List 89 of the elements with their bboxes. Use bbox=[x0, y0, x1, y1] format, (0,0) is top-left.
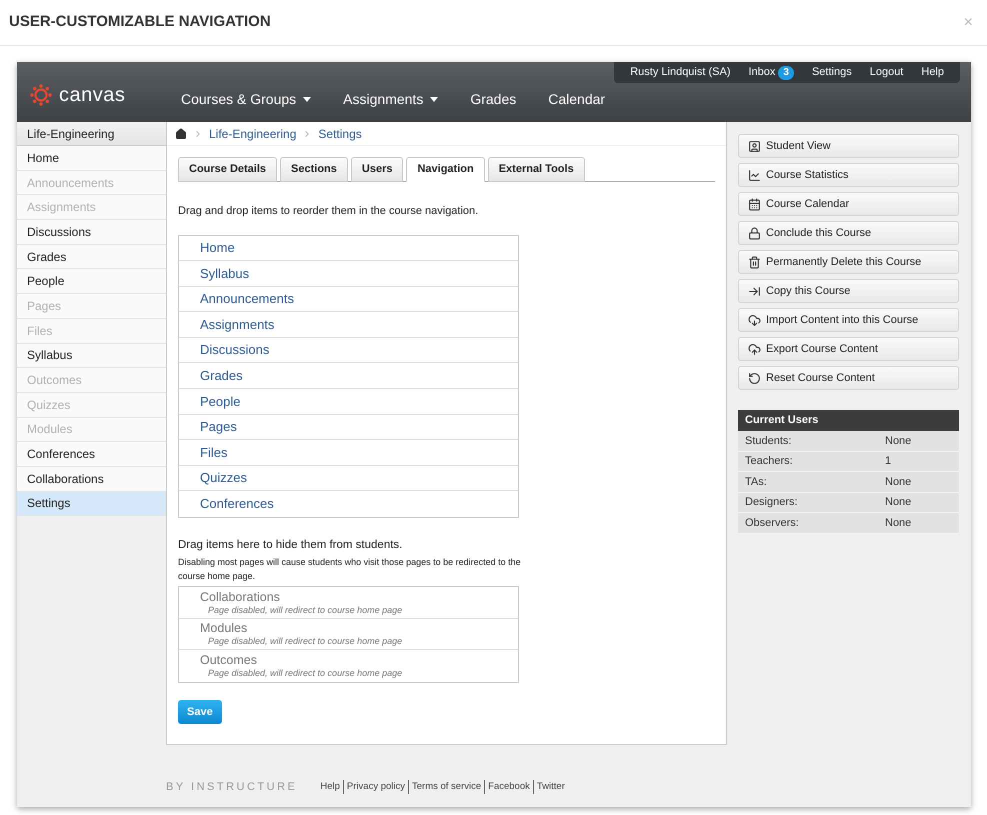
main-nav-link[interactable]: Courses & Groups bbox=[181, 89, 312, 110]
main-nav-link[interactable]: Grades bbox=[470, 89, 516, 110]
user-role-count: None bbox=[885, 516, 912, 530]
settings-tab[interactable]: Sections bbox=[280, 157, 348, 182]
user-menu-link[interactable]: Settings bbox=[812, 64, 852, 81]
logo-icon bbox=[30, 84, 52, 106]
caret-icon bbox=[303, 97, 312, 102]
user-role-count: None bbox=[885, 495, 912, 510]
navigation-item[interactable]: Announcements bbox=[179, 286, 518, 312]
footer-brand: BY INSTRUCTURE bbox=[166, 780, 298, 795]
logo-wordmark: canvas bbox=[59, 83, 126, 108]
hidden-item-label: Modules bbox=[200, 621, 248, 636]
navigation-item[interactable]: Grades bbox=[179, 363, 518, 390]
sidebar-item[interactable]: Home bbox=[17, 146, 166, 171]
user-role-label: Observers: bbox=[745, 516, 800, 530]
hidden-item-note: Page disabled, will redirect to course home page bbox=[207, 635, 404, 648]
navigation-item[interactable]: Assignments bbox=[179, 312, 518, 338]
footer-link[interactable]: Facebook bbox=[484, 780, 533, 794]
hidden-items-note: Disabling most pages will cause students who visit those pages to be redirected to the course home page. bbox=[178, 556, 522, 584]
user-role-label: Teachers: bbox=[745, 454, 794, 469]
dialog-title: USER-CUSTOMIZABLE NAVIGATION bbox=[9, 12, 271, 32]
hidden-item[interactable]: Collaborations Page disabled, will redirect to course home page bbox=[179, 587, 518, 619]
hidden-item-label: Outcomes bbox=[200, 653, 258, 668]
hidden-item-note: Page disabled, will redirect to course home page bbox=[207, 604, 404, 616]
course-action-button[interactable]: Export Course Content bbox=[738, 337, 959, 361]
footer-link[interactable]: Twitter bbox=[532, 780, 568, 794]
user-menu-link[interactable]: Inbox 3 bbox=[748, 64, 794, 81]
hidden-items-heading: Drag items here to hide them from students. bbox=[178, 538, 404, 554]
user-menu-link[interactable]: Help bbox=[921, 64, 944, 81]
user-role-count: None bbox=[885, 434, 912, 448]
lock-icon bbox=[748, 226, 761, 240]
main-nav-link[interactable]: Assignments bbox=[343, 89, 438, 110]
line-chart-icon bbox=[748, 168, 761, 182]
navigation-item[interactable]: Quizzes bbox=[179, 466, 518, 492]
user-role-count: None bbox=[885, 474, 912, 490]
user-role-label: TAs: bbox=[745, 474, 768, 490]
instructions-text: Drag and drop items to reorder them in the course navigation. bbox=[178, 204, 480, 219]
reset-icon bbox=[748, 372, 761, 384]
settings-tab[interactable]: Users bbox=[350, 157, 404, 182]
settings-tab[interactable]: External Tools bbox=[488, 157, 585, 182]
user-card-icon bbox=[748, 140, 761, 152]
hidden-item[interactable]: Outcomes Page disabled, will redirect to course home page bbox=[179, 650, 518, 682]
sidebar-item[interactable]: Settings bbox=[17, 492, 166, 516]
course-action-button[interactable]: Copy this Course bbox=[738, 279, 959, 303]
footer-link[interactable]: Terms of service bbox=[408, 780, 484, 794]
settings-tab[interactable]: Navigation bbox=[406, 157, 485, 182]
hidden-item-label: Collaborations bbox=[200, 590, 281, 604]
navigation-item[interactable]: Files bbox=[179, 440, 518, 466]
course-action-button[interactable]: Course Statistics bbox=[738, 163, 959, 187]
course-action-button[interactable]: Import Content into this Course bbox=[738, 308, 959, 332]
footer-link[interactable]: Privacy policy bbox=[342, 780, 408, 794]
course-action-button[interactable]: Permanently Delete this Course bbox=[738, 250, 959, 274]
hidden-item-note: Page disabled, will redirect to course home page bbox=[207, 667, 404, 680]
sidebar-item[interactable]: Discussions bbox=[17, 220, 166, 245]
hidden-item[interactable]: Modules Page disabled, will redirect to course home page bbox=[179, 618, 518, 650]
trash-icon bbox=[748, 256, 761, 268]
course-action-button[interactable]: Course Calendar bbox=[738, 192, 959, 216]
sidebar-item[interactable]: Grades bbox=[17, 244, 166, 270]
sidebar-item[interactable]: People bbox=[17, 269, 166, 294]
breadcrumb-link[interactable]: Settings bbox=[318, 124, 362, 142]
navigation-item[interactable]: Pages bbox=[179, 414, 518, 440]
navigation-item[interactable]: Syllabus bbox=[179, 261, 518, 287]
user-menu-link[interactable]: Logout bbox=[870, 64, 904, 81]
course-action-button[interactable]: Reset Course Content bbox=[738, 366, 959, 390]
user-role-count: 1 bbox=[885, 454, 892, 469]
cloud-upload-icon bbox=[748, 342, 761, 356]
navigation-item[interactable]: Conferences bbox=[179, 491, 518, 518]
current-users-heading: Current Users bbox=[738, 410, 959, 431]
footer-link[interactable]: Help bbox=[317, 780, 343, 794]
caret-icon bbox=[430, 97, 438, 102]
user-menu-link[interactable]: Rusty Lindquist (SA) bbox=[630, 64, 730, 81]
sidebar-item[interactable]: Conferences bbox=[17, 442, 166, 467]
sidebar-item[interactable]: Syllabus bbox=[17, 344, 166, 368]
user-role-label: Students: bbox=[745, 434, 792, 448]
breadcrumb-link[interactable]: Life-Engineering bbox=[209, 124, 296, 142]
inbox-count-badge: 3 bbox=[778, 66, 794, 80]
navigation-item[interactable]: Home bbox=[179, 236, 518, 262]
settings-tab[interactable]: Course Details bbox=[178, 157, 278, 182]
navigation-item[interactable]: People bbox=[179, 389, 518, 415]
sidebar-heading[interactable]: Life-Engineering bbox=[17, 122, 166, 146]
sidebar-item[interactable]: Collaborations bbox=[17, 466, 166, 492]
navigation-item[interactable]: Discussions bbox=[179, 338, 518, 364]
calendar-icon bbox=[748, 198, 761, 210]
home-icon[interactable] bbox=[175, 128, 187, 140]
course-action-button[interactable]: Conclude this Course bbox=[738, 221, 959, 245]
cloud-download-icon bbox=[748, 314, 761, 326]
user-role-label: Designers: bbox=[745, 495, 799, 510]
main-nav-link[interactable]: Calendar bbox=[548, 89, 606, 110]
course-action-button[interactable]: Student View bbox=[738, 134, 959, 158]
